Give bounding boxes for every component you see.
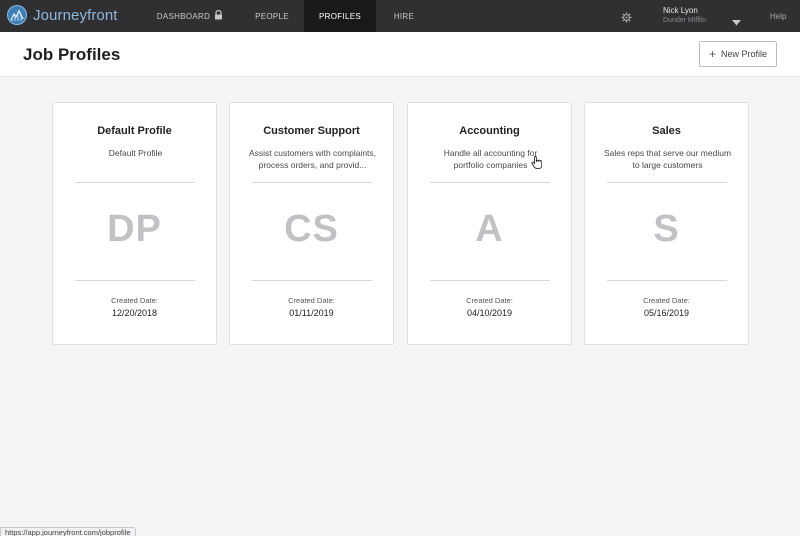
new-profile-button[interactable]: + New Profile — [699, 41, 777, 67]
divider — [75, 182, 195, 183]
created-date: 12/20/2018 — [111, 308, 158, 318]
caret-down-icon[interactable] — [732, 13, 741, 31]
card-description-line: process orders, and provid... — [258, 160, 367, 170]
user-menu[interactable]: Nick Lyon Dunder Mifflin — [663, 6, 706, 24]
profile-card-default[interactable]: Default Profile Default Profile DP Creat… — [52, 102, 217, 345]
nav-item-hire[interactable]: HIRE — [376, 0, 432, 32]
page-title: Job Profiles — [23, 45, 121, 64]
page-header: Job Profiles + New Profile — [0, 32, 800, 77]
card-description-line: Default Profile — [108, 148, 163, 158]
card-description-line: Assist customers with complaints, — [248, 148, 377, 158]
created-date: 01/11/2019 — [289, 308, 334, 318]
nav-item-profiles[interactable]: PROFILES — [304, 0, 376, 32]
card-initials: A — [475, 208, 504, 250]
created-date-label: Created Date: — [643, 296, 690, 305]
status-bar-url: https://app.journeyfront.com/jobprofile — [0, 527, 136, 536]
brand[interactable]: Journeyfront — [7, 5, 118, 25]
divider — [75, 280, 195, 281]
created-date: 04/10/2019 — [466, 308, 513, 318]
divider — [430, 182, 550, 183]
gear-icon[interactable] — [621, 10, 632, 28]
nav-item-people[interactable]: PEOPLE — [240, 0, 304, 32]
user-name: Nick Lyon — [663, 6, 698, 15]
profile-card-sales[interactable]: Sales Sales reps that serve our medium t… — [584, 102, 749, 345]
divider — [607, 280, 727, 281]
nav-item-label: HIRE — [393, 11, 415, 21]
card-title: Default Profile — [97, 125, 172, 137]
lock-icon — [214, 9, 223, 22]
created-date-label: Created Date: — [466, 296, 513, 305]
divider — [430, 280, 550, 281]
nav-item-label: DASHBOARD — [156, 11, 211, 21]
nav-item-label: PEOPLE — [255, 11, 289, 21]
brand-name: Journeyfront — [33, 6, 118, 24]
created-date-label: Created Date: — [111, 296, 158, 305]
top-nav: Journeyfront DASHBOARD PEOPLE PROFILES H… — [0, 0, 800, 32]
divider — [252, 182, 372, 183]
profile-card-customer-support[interactable]: Customer Support Assist customers with c… — [229, 102, 394, 345]
card-title: Customer Support — [263, 125, 360, 137]
profile-card-accounting[interactable]: Accounting Handle all accounting for por… — [407, 102, 572, 345]
card-description: Assist customers with complaints, proces… — [242, 147, 383, 171]
card-initials: DP — [107, 208, 162, 250]
card-description-line: to large customers — [632, 160, 703, 170]
nav-item-label: PROFILES — [319, 11, 361, 21]
card-description-line: Sales reps that serve our medium — [603, 148, 732, 158]
card-description: Sales reps that serve our medium to larg… — [597, 147, 738, 171]
new-profile-label: New Profile — [721, 49, 768, 59]
help-link[interactable]: Help — [770, 12, 786, 21]
card-initials: S — [653, 208, 680, 250]
divider — [607, 182, 727, 183]
main-nav: DASHBOARD PEOPLE PROFILES HIRE — [140, 0, 432, 32]
card-initials: CS — [284, 208, 339, 250]
brand-logo-icon — [7, 5, 27, 25]
card-title: Accounting — [459, 125, 520, 137]
hand-cursor-icon — [531, 155, 543, 174]
created-date: 05/16/2019 — [643, 308, 690, 318]
card-title: Sales — [652, 125, 681, 137]
created-date-label: Created Date: — [288, 296, 335, 305]
plus-icon: + — [708, 47, 716, 61]
card-description: Default Profile — [65, 147, 206, 159]
divider — [252, 280, 372, 281]
user-org: Dunder Mifflin — [663, 17, 707, 24]
nav-item-dashboard[interactable]: DASHBOARD — [140, 0, 240, 32]
